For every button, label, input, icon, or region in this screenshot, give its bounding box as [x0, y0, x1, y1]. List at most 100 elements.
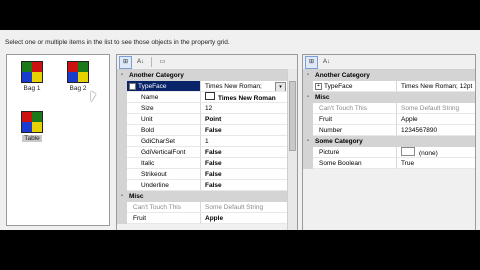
collapse-icon[interactable]: - [303, 136, 313, 147]
property-name[interactable]: - TypeFace [127, 81, 201, 92]
property-value[interactable]: Times New Roman; 12pt [397, 81, 475, 92]
property-value[interactable]: Times New Roman [201, 92, 287, 103]
property-value[interactable]: Apple [201, 213, 287, 224]
categorized-button[interactable]: ⊞ [119, 55, 132, 69]
property-row[interactable]: Unit Point [117, 114, 287, 125]
property-name-text: Some Boolean [319, 160, 362, 167]
alphabetical-button[interactable]: A↓ [320, 56, 333, 69]
icon-quad-tl [22, 112, 32, 122]
property-name[interactable]: Number [313, 125, 397, 136]
icon-quad-bl [22, 122, 32, 132]
icon-quad-tr [32, 112, 42, 122]
dropdown-button[interactable]: ▾ [275, 82, 286, 91]
property-row[interactable]: Size 12 [117, 103, 287, 114]
property-value[interactable]: 1234567890 [397, 125, 475, 136]
list-item-bag-1[interactable]: Bag 1 [17, 61, 47, 92]
property-name[interactable]: Underline [127, 180, 201, 191]
property-name[interactable]: GdiVerticalFont [127, 147, 201, 158]
property-name[interactable]: Picture [313, 147, 397, 158]
property-name[interactable]: Size [127, 103, 201, 114]
property-value-text: Some Default String [205, 204, 264, 211]
row-gutter [117, 103, 127, 114]
collapse-icon[interactable]: - [303, 70, 313, 81]
property-name-text: GdiCharSet [141, 138, 175, 145]
property-name[interactable]: Fruit [313, 114, 397, 125]
category-header[interactable]: - Misc [303, 92, 475, 103]
category-header[interactable]: - Misc [117, 191, 287, 202]
property-name[interactable]: Name [127, 92, 201, 103]
property-name-text: Can't Touch This [133, 204, 181, 211]
vertical-scrollbar[interactable] [287, 69, 297, 230]
property-value[interactable]: 12 [201, 103, 287, 114]
property-name[interactable]: Can't Touch This [313, 103, 397, 114]
collapse-icon[interactable]: - [129, 83, 136, 90]
row-gutter [303, 158, 313, 169]
property-value[interactable]: Some Default String [397, 103, 475, 114]
property-row[interactable]: Can't Touch This Some Default String [117, 202, 287, 213]
property-value[interactable]: False [201, 147, 287, 158]
property-name[interactable]: Fruit [127, 213, 201, 224]
property-value[interactable]: Some Default String [201, 202, 287, 213]
property-row[interactable]: GdiCharSet 1 [117, 136, 287, 147]
property-row[interactable]: Underline False [117, 180, 287, 191]
collapse-icon[interactable]: - [117, 70, 127, 81]
scrollbar-thumb[interactable] [289, 81, 296, 151]
property-pages-button[interactable]: ▭ [156, 56, 169, 69]
collapse-icon[interactable]: - [117, 191, 127, 202]
category-label: Some Category [315, 138, 363, 145]
list-item-bag-2[interactable]: Bag 2 [63, 61, 93, 92]
property-name-text: Can't Touch This [319, 105, 367, 112]
property-value[interactable]: False [201, 125, 287, 136]
property-row[interactable]: Fruit Apple [303, 114, 475, 125]
list-item-table[interactable]: Table [17, 111, 47, 142]
property-value[interactable]: Apple [397, 114, 475, 125]
property-name[interactable]: Italic [127, 158, 201, 169]
property-row[interactable]: GdiVerticalFont False [117, 147, 287, 158]
property-name-text: Fruit [133, 215, 146, 222]
property-value[interactable]: (none) [397, 147, 475, 158]
property-name[interactable]: Can't Touch This [127, 202, 201, 213]
property-name[interactable]: Bold [127, 125, 201, 136]
property-name-text: Italic [141, 160, 155, 167]
property-value-text: 1 [205, 138, 209, 145]
property-row[interactable]: Italic False [117, 158, 287, 169]
property-value[interactable]: Point [201, 114, 287, 125]
property-row[interactable]: Bold False [117, 125, 287, 136]
alphabetical-button[interactable]: A↓ [134, 56, 147, 69]
table-icon [21, 111, 43, 133]
property-name[interactable]: + TypeFace [313, 81, 397, 92]
collapse-icon[interactable]: - [303, 92, 313, 103]
property-row[interactable]: Picture (none) [303, 147, 475, 158]
property-value[interactable]: False [201, 158, 287, 169]
property-row[interactable]: - TypeFace Times New Roman; ▾ [117, 81, 287, 92]
property-name[interactable]: Strikeout [127, 169, 201, 180]
property-value[interactable]: False [201, 169, 287, 180]
property-value-text: False [205, 182, 222, 189]
property-row[interactable]: Some Boolean True [303, 158, 475, 169]
category-label: Misc [315, 94, 330, 101]
list-item-label: Bag 2 [69, 85, 87, 92]
property-name[interactable]: Unit [127, 114, 201, 125]
category-header[interactable]: - Another Category [117, 70, 287, 81]
toolbar-separator [151, 57, 152, 67]
property-value[interactable]: True [397, 158, 475, 169]
property-row[interactable]: Number 1234567890 [303, 125, 475, 136]
category-header[interactable]: - Another Category [303, 70, 475, 81]
property-value[interactable]: False [201, 180, 287, 191]
property-value-text: Times New Roman; [205, 83, 262, 90]
property-row[interactable]: Name Times New Roman [117, 92, 287, 103]
property-row[interactable]: + TypeFace Times New Roman; 12pt [303, 81, 475, 92]
property-row[interactable]: Fruit Apple [117, 213, 287, 224]
property-value-text: Point [205, 116, 222, 123]
property-row[interactable]: Can't Touch This Some Default String [303, 103, 475, 114]
category-header[interactable]: - Some Category [303, 136, 475, 147]
expand-icon[interactable]: + [315, 83, 322, 90]
property-row[interactable]: Strikeout False [117, 169, 287, 180]
property-name-text: Picture [319, 149, 340, 156]
object-list[interactable]: Bag 1 Bag 2 Table [6, 54, 110, 226]
property-value[interactable]: 1 [201, 136, 287, 147]
categorized-button[interactable]: ⊞ [305, 55, 318, 69]
property-name[interactable]: GdiCharSet [127, 136, 201, 147]
property-value[interactable]: Times New Roman; ▾ [201, 81, 287, 92]
property-name[interactable]: Some Boolean [313, 158, 397, 169]
